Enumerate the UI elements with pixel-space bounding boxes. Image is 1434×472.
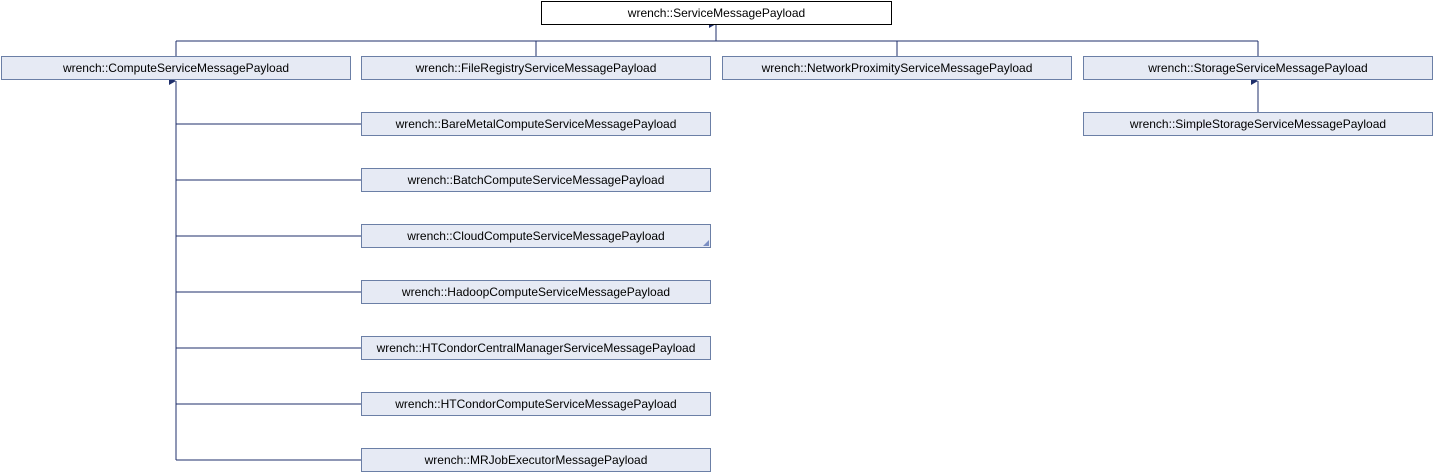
class-node-mr-job-executor-message-payload[interactable]: wrench::MRJobExecutorMessagePayload	[361, 448, 711, 472]
class-node-htcondor-compute-service-message-payload[interactable]: wrench::HTCondorComputeServiceMessagePay…	[361, 392, 711, 416]
has-more-children-icon	[703, 240, 709, 246]
class-node-compute-service-message-payload[interactable]: wrench::ComputeServiceMessagePayload	[1, 56, 351, 80]
class-node-simple-storage-service-message-payload[interactable]: wrench::SimpleStorageServiceMessagePaylo…	[1083, 112, 1433, 136]
class-node-storage-service-message-payload[interactable]: wrench::StorageServiceMessagePayload	[1083, 56, 1433, 80]
class-node-service-message-payload: wrench::ServiceMessagePayload	[541, 1, 892, 25]
class-node-hadoop-compute-service-message-payload[interactable]: wrench::HadoopComputeServiceMessagePaylo…	[361, 280, 711, 304]
class-node-label: wrench::CloudComputeServiceMessagePayloa…	[407, 229, 665, 243]
class-node-htcondor-central-manager-service-message-payload[interactable]: wrench::HTCondorCentralManagerServiceMes…	[361, 336, 711, 360]
class-node-cloud-compute-service-message-payload[interactable]: wrench::CloudComputeServiceMessagePayloa…	[361, 224, 711, 248]
class-node-network-proximity-service-message-payload[interactable]: wrench::NetworkProximityServiceMessagePa…	[722, 56, 1072, 80]
class-node-batch-compute-service-message-payload[interactable]: wrench::BatchComputeServiceMessagePayloa…	[361, 168, 711, 192]
class-node-bare-metal-compute-service-message-payload[interactable]: wrench::BareMetalComputeServiceMessagePa…	[361, 112, 711, 136]
class-node-file-registry-service-message-payload[interactable]: wrench::FileRegistryServiceMessagePayloa…	[361, 56, 711, 80]
